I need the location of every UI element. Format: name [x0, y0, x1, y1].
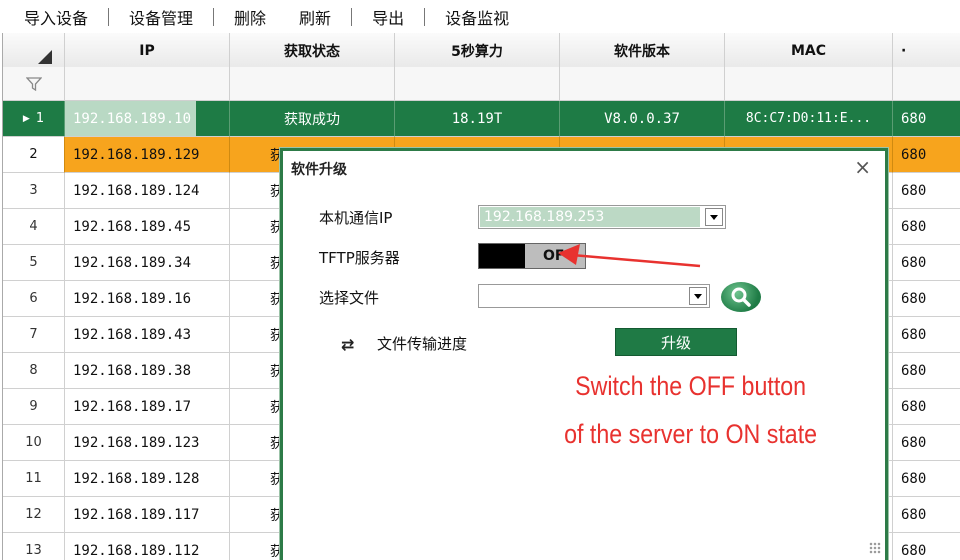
local-ip-select[interactable]: 192.168.189.253	[478, 205, 726, 229]
file-select[interactable]	[478, 284, 710, 308]
row-number: 6	[3, 281, 65, 317]
filter-cell[interactable]	[560, 67, 725, 101]
row-number: 10	[3, 425, 65, 461]
cell-ip[interactable]: 192.168.189.112	[65, 533, 230, 560]
cell-extra[interactable]: 680	[893, 389, 960, 425]
column-header-hashrate[interactable]: 5秒算力	[395, 33, 560, 69]
software-upgrade-dialog: 软件升级 × 本机通信IP 192.168.189.253 TFTP服务器 OF…	[280, 148, 888, 560]
corner-triangle-icon	[37, 49, 52, 64]
annotation-line-1: Switch the OFF button	[575, 371, 807, 401]
resize-grip-icon[interactable]	[869, 542, 881, 554]
filter-cell[interactable]	[395, 67, 560, 101]
filter-cell[interactable]	[893, 67, 960, 101]
cell-extra[interactable]: 680	[893, 101, 960, 137]
filter-cell[interactable]	[725, 67, 893, 101]
dialog-title: 软件升级	[291, 162, 347, 178]
toolbar-divider	[424, 7, 426, 26]
cell-ip[interactable]: 192.168.189.10	[65, 101, 230, 137]
device-manage-button[interactable]: 设备管理	[125, 5, 197, 29]
cell-extra[interactable]: 680	[893, 317, 960, 353]
row-number: 11	[3, 461, 65, 497]
row-number: 4	[3, 209, 65, 245]
table-row-selected[interactable]: ▶ 1 192.168.189.10 获取成功 18.19T V8.0.0.37 …	[3, 101, 960, 137]
cell-ip[interactable]: 192.168.189.43	[65, 317, 230, 353]
cell-ip[interactable]: 192.168.189.34	[65, 245, 230, 281]
import-device-button[interactable]: 导入设备	[20, 5, 92, 29]
tftp-server-label: TFTP服务器	[319, 249, 400, 267]
table-header: IP 获取状态 5秒算力 软件版本 MAC ·	[3, 33, 960, 69]
cell-ip[interactable]: 192.168.189.129	[65, 137, 230, 173]
cell-ip[interactable]: 192.168.189.38	[65, 353, 230, 389]
row-number: 3	[3, 173, 65, 209]
local-ip-label: 本机通信IP	[319, 209, 393, 227]
transfer-progress-label: 文件传输进度	[377, 335, 468, 353]
toolbar-divider	[213, 7, 215, 26]
filter-cell[interactable]	[230, 67, 395, 101]
cell-extra[interactable]: 680	[893, 209, 960, 245]
close-icon[interactable]: ×	[854, 155, 871, 179]
cell-ip[interactable]: 192.168.189.123	[65, 425, 230, 461]
annotation-line-2: of the server to ON state	[564, 419, 818, 449]
cell-extra[interactable]: 680	[893, 173, 960, 209]
cell-extra[interactable]: 680	[893, 497, 960, 533]
row-pointer-icon: ▶	[22, 113, 30, 124]
cell-extra[interactable]: 680	[893, 281, 960, 317]
row-number: 9	[3, 389, 65, 425]
row-number: 2	[3, 137, 65, 173]
annotation-arrow-icon	[558, 244, 701, 268]
column-header-extra[interactable]: ·	[893, 33, 960, 69]
cell-version[interactable]: V8.0.0.37	[560, 101, 725, 137]
filter-cell[interactable]	[65, 67, 230, 101]
select-file-label: 选择文件	[319, 289, 380, 307]
row-number: 8	[3, 353, 65, 389]
chevron-down-icon[interactable]	[705, 208, 723, 226]
cell-extra[interactable]: 680	[893, 245, 960, 281]
cell-ip[interactable]: 192.168.189.124	[65, 173, 230, 209]
cell-extra[interactable]: 680	[893, 353, 960, 389]
row-number: 12	[3, 497, 65, 533]
cell-extra[interactable]: 680	[893, 425, 960, 461]
cell-ip[interactable]: 192.168.189.16	[65, 281, 230, 317]
cell-extra[interactable]: 680	[893, 137, 960, 173]
cell-ip[interactable]: 192.168.189.117	[65, 497, 230, 533]
cell-extra[interactable]: 680	[893, 461, 960, 497]
cell-ip[interactable]: 192.168.189.17	[65, 389, 230, 425]
chevron-down-icon[interactable]	[689, 287, 707, 305]
delete-button[interactable]: 删除	[230, 5, 270, 29]
toolbar-divider	[108, 7, 110, 26]
row-number: 7	[3, 317, 65, 353]
cell-mac[interactable]: 8C:C7:D0:11:E...	[725, 101, 893, 137]
column-header-ip[interactable]: IP	[65, 33, 230, 69]
cell-ip[interactable]: 192.168.189.128	[65, 461, 230, 497]
row-number: ▶ 1	[3, 101, 65, 137]
row-number: 5	[3, 245, 65, 281]
cell-hashrate[interactable]: 18.19T	[395, 101, 560, 137]
column-header-status[interactable]: 获取状态	[230, 33, 395, 69]
export-button[interactable]: 导出	[368, 5, 408, 29]
toolbar-divider	[282, 8, 283, 26]
upgrade-button[interactable]: 升级	[615, 328, 737, 356]
cell-status[interactable]: 获取成功	[230, 101, 395, 137]
select-all-corner[interactable]	[3, 33, 65, 69]
toolbar-divider	[351, 7, 353, 26]
filter-row	[3, 67, 960, 101]
local-ip-value: 192.168.189.253	[480, 207, 700, 227]
toolbar: 导入设备 设备管理 删除 刷新 导出 设备监视	[0, 0, 960, 33]
toggle-knob	[479, 244, 525, 268]
search-icon	[731, 287, 751, 307]
cell-extra[interactable]: 680	[893, 533, 960, 560]
cell-ip[interactable]: 192.168.189.45	[65, 209, 230, 245]
column-header-mac[interactable]: MAC	[725, 33, 893, 69]
row-number: 13	[3, 533, 65, 560]
column-header-version[interactable]: 软件版本	[560, 33, 725, 69]
filter-icon	[25, 76, 42, 91]
browse-file-button[interactable]	[721, 282, 761, 312]
transfer-icon: ⇄	[341, 335, 355, 354]
refresh-button[interactable]: 刷新	[295, 5, 335, 29]
filter-cell[interactable]	[3, 67, 65, 101]
device-monitor-button[interactable]: 设备监视	[441, 5, 513, 29]
